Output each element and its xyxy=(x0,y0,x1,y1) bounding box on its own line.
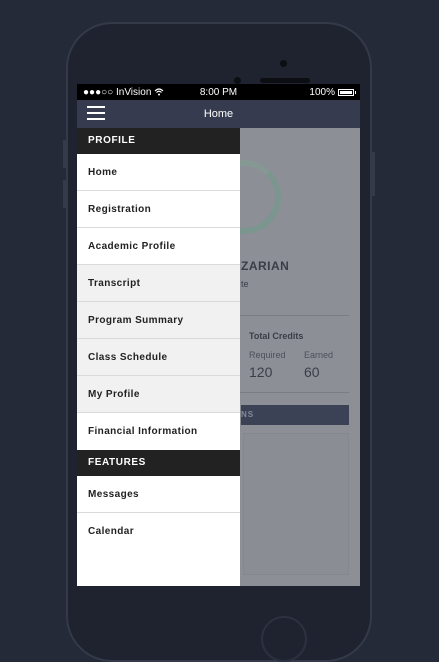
total-credits-title: Total Credits xyxy=(249,331,304,341)
front-camera xyxy=(280,60,287,67)
menu-item-program-summary[interactable]: Program Summary xyxy=(77,302,240,339)
side-drawer: PROFILE Home Registration Academic Profi… xyxy=(77,128,240,586)
menu-item-registration[interactable]: Registration xyxy=(77,191,240,228)
earpiece-speaker xyxy=(260,78,310,83)
screen: ●●●○○ InVision 8:00 PM 100% Home ZARIAN … xyxy=(77,84,360,586)
menu-item-messages[interactable]: Messages xyxy=(77,476,240,513)
divider xyxy=(237,315,349,316)
menu-item-transcript[interactable]: Transcript xyxy=(77,265,240,302)
status-bar: ●●●○○ InVision 8:00 PM 100% xyxy=(77,84,360,100)
menu-item-home[interactable]: Home xyxy=(77,154,240,191)
section-bar: NS xyxy=(241,405,349,425)
proximity-sensor xyxy=(234,77,241,84)
menu-item-class-schedule[interactable]: Class Schedule xyxy=(77,339,240,376)
battery-status: 100% xyxy=(309,87,356,98)
menu-item-my-profile[interactable]: My Profile xyxy=(77,376,240,413)
battery-percent: 100% xyxy=(309,87,335,98)
required-label: Required xyxy=(249,350,286,360)
power-button xyxy=(372,152,375,196)
menu-item-academic-profile[interactable]: Academic Profile xyxy=(77,228,240,265)
required-value: 120 xyxy=(249,364,273,380)
page-title: Home xyxy=(203,108,234,120)
student-name: ZARIAN xyxy=(241,259,290,273)
student-subtitle: te xyxy=(241,279,249,289)
earned-value: 60 xyxy=(304,364,320,380)
battery-icon xyxy=(338,89,356,96)
home-button[interactable] xyxy=(261,616,307,662)
content-panel xyxy=(243,433,349,575)
section-bar-label: NS xyxy=(241,410,255,419)
menu-item-calendar[interactable]: Calendar xyxy=(77,513,240,550)
menu-item-financial-information[interactable]: Financial Information xyxy=(77,413,240,450)
features-section-header: FEATURES xyxy=(77,450,240,476)
top-nav-bar: Home xyxy=(77,100,360,128)
profile-section-header: PROFILE xyxy=(77,128,240,154)
earned-label: Earned xyxy=(304,350,334,360)
divider xyxy=(237,392,349,393)
volume-button xyxy=(63,140,66,168)
volume-button xyxy=(63,180,66,208)
